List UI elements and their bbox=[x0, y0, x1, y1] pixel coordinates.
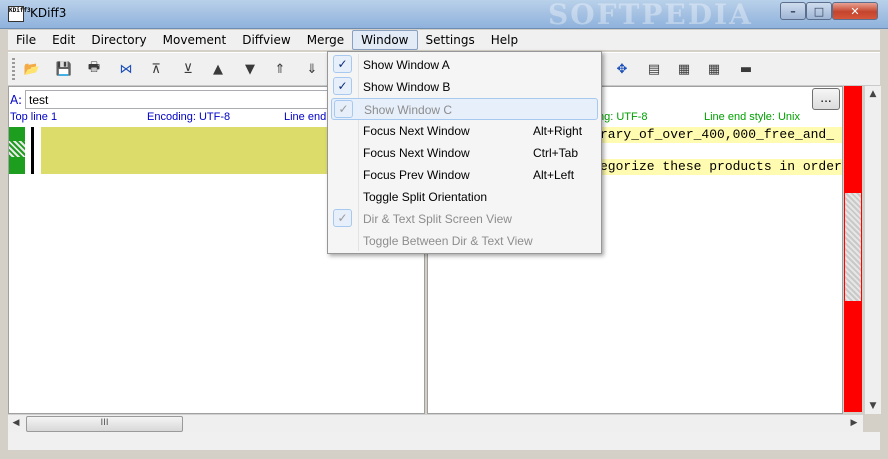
window-menu-item[interactable]: Focus Next Window Alt+Right bbox=[331, 120, 598, 142]
overview-red-segment bbox=[844, 86, 862, 192]
horizontal-scrollbar[interactable]: ◀ III ▶ bbox=[8, 414, 863, 432]
pane-a-marker-bar bbox=[31, 127, 34, 174]
window-menu-item-label: Focus Next Window bbox=[363, 124, 470, 138]
window-menu-dropdown: ✓ Show Window A ✓ Show Window B ✓ Show Window… bbox=[327, 51, 602, 254]
scroll-up-icon[interactable]: ▲ bbox=[865, 86, 881, 102]
checkmark-icon: ✓ bbox=[333, 55, 352, 73]
window-b-icon[interactable]: ▦ bbox=[704, 59, 724, 79]
overview-red-segment bbox=[844, 302, 862, 412]
go-top-icon[interactable]: ⊼ bbox=[146, 59, 166, 79]
pane-b-encoding-label: ng: UTF-8 bbox=[598, 111, 648, 123]
pane-a-label: A: bbox=[10, 93, 23, 107]
menu-merge[interactable]: Merge bbox=[299, 30, 352, 50]
prev-delta-icon[interactable]: ▲ bbox=[208, 59, 228, 79]
dir-view-icon[interactable]: ▤ bbox=[644, 59, 664, 79]
status-bar bbox=[8, 432, 880, 450]
save-icon[interactable]: 💾 bbox=[54, 59, 74, 79]
pane-a-delta-strip bbox=[9, 127, 25, 174]
window-menu-item-label: Show Window B bbox=[363, 80, 451, 94]
title-bar: KDiff3 KDiff3 SOFTPEDIA – □ ✕ bbox=[0, 0, 888, 31]
menu-diffview[interactable]: Diffview bbox=[234, 30, 298, 50]
scroll-right-icon[interactable]: ▶ bbox=[846, 415, 862, 432]
go-bottom-icon[interactable]: ⊻ bbox=[178, 59, 198, 79]
window-menu-item[interactable]: ✓ Show Window C bbox=[331, 98, 598, 120]
window-menu-item-shortcut: Alt+Left bbox=[533, 168, 575, 182]
menu-settings[interactable]: Settings bbox=[418, 30, 483, 50]
softpedia-watermark: SOFTPEDIA bbox=[548, 0, 753, 31]
vertical-scrollbar[interactable]: ▲ ▼ bbox=[864, 86, 881, 414]
menu-help[interactable]: Help bbox=[483, 30, 526, 50]
window-menu-item-label: Toggle Split Orientation bbox=[363, 190, 488, 204]
scroll-down-icon[interactable]: ▼ bbox=[865, 398, 881, 414]
window-a-icon[interactable]: ▦ bbox=[674, 59, 694, 79]
pane-b-line-end-label: Line end style: Unix bbox=[704, 111, 800, 123]
window-menu-item[interactable]: Focus Prev Window Alt+Left bbox=[331, 164, 598, 186]
window-menu-item[interactable]: ✓ Show Window B bbox=[331, 76, 598, 98]
overview-hatched-segment bbox=[844, 192, 862, 302]
next-conflict-icon[interactable]: ⇓ bbox=[302, 59, 322, 79]
toolbar-grip[interactable] bbox=[12, 58, 15, 80]
window-menu-item[interactable]: Toggle Split Orientation bbox=[331, 186, 598, 208]
open-icon[interactable]: 📂 bbox=[22, 59, 42, 79]
auto-solve-icon[interactable]: ⋈ bbox=[116, 59, 136, 79]
menu-window[interactable]: Window bbox=[352, 30, 418, 50]
menu-movement[interactable]: Movement bbox=[155, 30, 235, 50]
window-menu-item-label: Show Window A bbox=[363, 58, 450, 72]
window-menu-item[interactable]: ✓ Show Window A bbox=[331, 54, 598, 76]
top-line-label: Top line 1 bbox=[10, 111, 58, 123]
scroll-left-icon[interactable]: ◀ bbox=[8, 415, 24, 432]
pane-b-line-1: rary_of_over_400,000_free_and_ bbox=[600, 127, 835, 142]
checkmark-icon: ✓ bbox=[333, 77, 352, 95]
window-menu-item-label: Show Window C bbox=[364, 103, 453, 117]
kdiff3-app-icon: KDiff3 bbox=[8, 6, 31, 22]
window-menu-item-label: Focus Prev Window bbox=[363, 168, 470, 182]
menu-edit[interactable]: Edit bbox=[44, 30, 83, 50]
checkmark-icon: ✓ bbox=[333, 209, 352, 227]
window-menu-item[interactable]: ✓ Dir & Text Split Screen View bbox=[331, 208, 598, 230]
prev-conflict-icon[interactable]: ⇑ bbox=[270, 59, 290, 79]
maximize-button[interactable]: □ bbox=[806, 2, 832, 20]
window-menu-item-label: Dir & Text Split Screen View bbox=[363, 212, 512, 226]
window-title: KDiff3 bbox=[30, 6, 67, 20]
window-menu-item[interactable]: Focus Next Window Ctrl+Tab bbox=[331, 142, 598, 164]
diff-overview-column[interactable] bbox=[844, 86, 862, 412]
encoding-label: Encoding: UTF-8 bbox=[147, 111, 231, 123]
split-view-icon[interactable]: ✥ bbox=[612, 59, 632, 79]
window-menu-item-label: Focus Next Window bbox=[363, 146, 470, 160]
menu-bar: File Edit Directory Movement Diffview Me… bbox=[8, 30, 880, 50]
next-delta-icon[interactable]: ▼ bbox=[240, 59, 260, 79]
menu-file[interactable]: File bbox=[8, 30, 44, 50]
pane-b-line-2: egorize these products in order bbox=[600, 159, 842, 174]
line-end-label: Line end bbox=[284, 111, 327, 123]
checkmark-icon: ✓ bbox=[334, 100, 353, 118]
overview-icon[interactable]: ▬ bbox=[736, 59, 756, 79]
horizontal-scroll-thumb[interactable]: III bbox=[26, 416, 183, 432]
close-button[interactable]: ✕ bbox=[832, 2, 878, 20]
browse-file-button[interactable]: ... bbox=[812, 88, 840, 110]
menu-directory[interactable]: Directory bbox=[83, 30, 154, 50]
window-menu-item-shortcut: Ctrl+Tab bbox=[533, 146, 579, 160]
print-icon[interactable]: 🖶 bbox=[84, 59, 104, 79]
window-menu-item-shortcut: Alt+Right bbox=[533, 124, 583, 138]
minimize-button[interactable]: – bbox=[780, 2, 806, 20]
window-menu-item-label: Toggle Between Dir & Text View bbox=[363, 234, 533, 248]
window-menu-item[interactable]: Toggle Between Dir & Text View bbox=[331, 230, 598, 252]
